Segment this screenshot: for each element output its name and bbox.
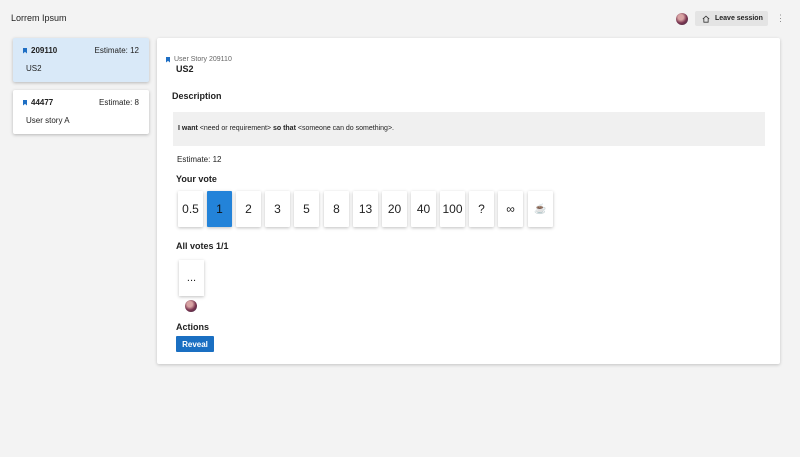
story-detail-panel: User Story 209110 US2 Description I want… (157, 38, 780, 364)
vote-card-1[interactable]: 1 (207, 191, 232, 227)
vote-card-hidden: ... (179, 260, 204, 296)
vote-card-0.5[interactable]: 0.5 (178, 191, 203, 227)
reveal-button[interactable]: Reveal (176, 336, 214, 352)
vote-card-coffee[interactable]: ☕ (528, 191, 553, 227)
vote-card-3[interactable]: 3 (265, 191, 290, 227)
leave-session-label: Leave session (715, 15, 763, 22)
vote-card-13[interactable]: 13 (353, 191, 378, 227)
story-title: US2 (26, 64, 42, 73)
description-box: I want <need or requirement> so that <so… (173, 112, 765, 146)
top-bar: Lorrem Ipsum Leave session ⋮ (0, 0, 800, 36)
bookmark-icon (23, 99, 27, 106)
story-estimate: Estimate: 8 (98, 98, 139, 107)
story-card-209110[interactable]: 209110 Estimate: 12 US2 (13, 38, 149, 82)
story-title: US2 (176, 64, 194, 74)
bookmark-icon (23, 47, 27, 54)
description-text: I want <need or requirement> so that <so… (178, 125, 394, 132)
vote-card-8[interactable]: 8 (324, 191, 349, 227)
story-card-44477[interactable]: 44477 Estimate: 8 User story A (13, 90, 149, 134)
voter-avatar (185, 300, 197, 312)
app-title: Lorrem Ipsum (11, 13, 67, 23)
story-title: User story A (26, 116, 70, 125)
vote-card-40[interactable]: 40 (411, 191, 436, 227)
all-votes-heading: All votes 1/1 (176, 241, 229, 251)
user-avatar[interactable] (676, 13, 688, 25)
leave-session-button[interactable]: Leave session (695, 11, 768, 26)
your-vote-heading: Your vote (176, 174, 217, 184)
description-heading: Description (172, 91, 222, 101)
vote-card-2[interactable]: 2 (236, 191, 261, 227)
story-type-label: User Story 209110 (166, 56, 232, 63)
vote-card-20[interactable]: 20 (382, 191, 407, 227)
home-icon (702, 15, 710, 23)
bookmark-icon (166, 56, 170, 63)
story-estimate: Estimate: 12 (94, 46, 139, 55)
estimate-label: Estimate: 12 (177, 155, 222, 164)
vote-card-100[interactable]: 100 (440, 191, 465, 227)
vote-card-unknown[interactable]: ? (469, 191, 494, 227)
actions-heading: Actions (176, 322, 210, 332)
vote-card-5[interactable]: 5 (294, 191, 319, 227)
more-options-icon[interactable]: ⋮ (776, 13, 785, 23)
story-id: 209110 (31, 46, 58, 55)
story-id: 44477 (31, 98, 54, 107)
vote-card-infinity[interactable]: ∞ (498, 191, 523, 227)
